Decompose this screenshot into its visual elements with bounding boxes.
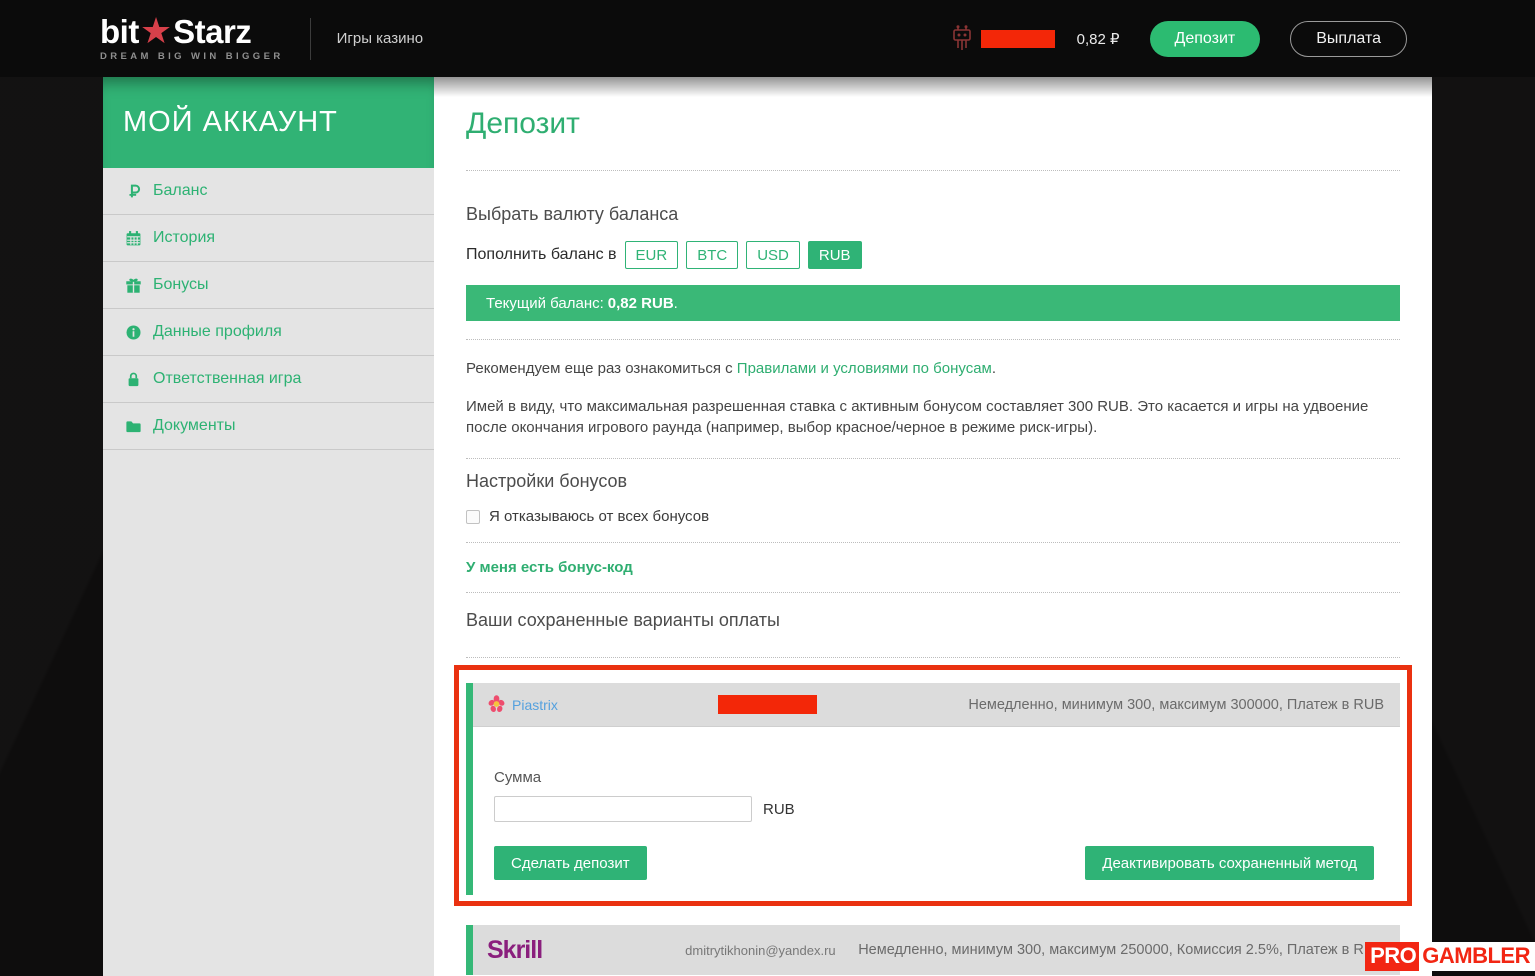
page-title: Депозит — [466, 107, 1400, 141]
sidebar-item-balance[interactable]: Баланс — [103, 168, 434, 215]
piastrix-name: Piastrix — [512, 697, 558, 713]
header-balance: 0,82 ₽ — [1077, 30, 1120, 48]
folder-icon — [125, 418, 142, 435]
sidebar-item-history[interactable]: История — [103, 215, 434, 262]
sidebar-title-block: МОЙ АККАУНТ — [103, 77, 434, 168]
amount-label: Сумма — [494, 769, 1374, 786]
currency-button-btc[interactable]: BTC — [686, 241, 738, 269]
skrill-logo: Skrill — [487, 936, 542, 965]
amount-input[interactable] — [494, 796, 752, 822]
redacted-account-id — [718, 695, 817, 714]
currency-button-eur[interactable]: EUR — [625, 241, 679, 269]
sidebar-item-label: История — [153, 229, 215, 247]
currency-selector-row: Пополнить баланс в EUR BTC USD RUB — [466, 241, 1400, 269]
lock-icon — [125, 371, 142, 388]
saved-methods-heading: Ваши сохраненные варианты оплаты — [466, 610, 1400, 631]
piastrix-flower-icon — [487, 695, 506, 714]
sidebar-item-label: Бонусы — [153, 276, 209, 294]
currency-button-usd[interactable]: USD — [746, 241, 800, 269]
sidebar-item-bonuses[interactable]: Бонусы — [103, 262, 434, 309]
star-icon: ★ — [140, 17, 172, 47]
piastrix-payment-method: Piastrix Немедленно, минимум 300, максим… — [466, 683, 1400, 895]
withdraw-button[interactable]: Выплата — [1290, 21, 1407, 57]
sidebar-item-responsible-gaming[interactable]: Ответственная игра — [103, 356, 434, 403]
skrill-account-email: dmitrytikhonin@yandex.ru — [685, 943, 835, 958]
top-header: bit ★ Starz DREAM BIG WIN BIGGER Игры ка… — [0, 0, 1535, 77]
balance-banner-suffix: . — [674, 295, 678, 312]
balance-banner-amount: 0,82 RUB — [608, 295, 674, 312]
topup-label: Пополнить баланс в — [466, 246, 617, 264]
bonus-settings-heading: Настройки бонусов — [466, 471, 1400, 492]
divider — [466, 542, 1400, 543]
robot-avatar-icon[interactable] — [950, 25, 974, 52]
sidebar-title: МОЙ АККАУНТ — [123, 106, 338, 139]
currency-button-rub-selected[interactable]: RUB — [808, 241, 862, 269]
ruble-icon — [125, 183, 142, 200]
skrill-payment-method[interactable]: Skrill dmitrytikhonin@yandex.ru Немедлен… — [466, 925, 1400, 975]
nav-casino-games[interactable]: Игры казино — [337, 30, 424, 47]
current-balance-banner: Текущий баланс: 0,82 RUB . — [466, 285, 1400, 321]
piastrix-deposit-form: Сумма RUB Сделать депозит Деактивировать… — [473, 727, 1400, 895]
divider — [466, 339, 1400, 340]
gift-icon — [125, 277, 142, 294]
header-account-area: 0,82 ₽ Депозит Выплата — [950, 0, 1407, 77]
sidebar-item-label: Данные профиля — [153, 323, 282, 341]
divider — [466, 592, 1400, 593]
max-bet-text: Имей в виду, что максимальная разрешенна… — [466, 396, 1400, 438]
info-icon — [125, 324, 142, 341]
progambler-watermark: PRO GAMBLER — [1365, 942, 1535, 971]
bitstarz-logo[interactable]: bit ★ Starz DREAM BIG WIN BIGGER — [100, 15, 284, 62]
logo-tagline: DREAM BIG WIN BIGGER — [100, 51, 284, 62]
deposit-main-content: Депозит Выбрать валюту баланса Пополнить… — [434, 77, 1432, 976]
sidebar-item-profile[interactable]: Данные профиля — [103, 309, 434, 356]
header-divider — [310, 18, 311, 60]
balance-banner-prefix: Текущий баланс: — [486, 295, 604, 312]
sidebar-item-label: Ответственная игра — [153, 370, 301, 388]
amount-currency-suffix: RUB — [763, 801, 795, 818]
divider — [466, 657, 1400, 658]
recommendation-text: Рекомендуем еще раз ознакомиться с Прави… — [466, 358, 1400, 379]
redacted-username — [981, 30, 1055, 48]
watermark-gambler: GAMBLER — [1419, 942, 1535, 971]
piastrix-logo: Piastrix — [487, 695, 558, 714]
sidebar-item-label: Баланс — [153, 182, 207, 200]
sidebar-item-label: Документы — [153, 417, 235, 435]
logo-text-bit: bit — [100, 15, 139, 48]
deactivate-method-button[interactable]: Деактивировать сохраненный метод — [1085, 846, 1374, 880]
calendar-icon — [125, 230, 142, 247]
bonus-terms-link[interactable]: Правилами и условиями по бонусам — [737, 360, 992, 377]
skrill-conditions: Немедленно, минимум 300, максимум 250000… — [858, 942, 1384, 958]
refuse-bonuses-row: Я отказываюсь от всех бонусов — [466, 508, 1400, 525]
make-deposit-button[interactable]: Сделать депозит — [494, 846, 647, 880]
refuse-bonuses-label: Я отказываюсь от всех бонусов — [489, 508, 709, 525]
red-highlight-annotation: Piastrix Немедленно, минимум 300, максим… — [454, 665, 1412, 906]
piastrix-conditions: Немедленно, минимум 300, максимум 300000… — [968, 697, 1384, 713]
sidebar-item-documents[interactable]: Документы — [103, 403, 434, 450]
refuse-bonuses-checkbox[interactable] — [466, 510, 480, 524]
deposit-button[interactable]: Депозит — [1150, 21, 1261, 57]
divider — [466, 458, 1400, 459]
account-sidebar: МОЙ АККАУНТ Баланс История — [103, 77, 434, 976]
watermark-pro: PRO — [1365, 942, 1419, 971]
divider — [466, 170, 1400, 171]
page-container: МОЙ АККАУНТ Баланс История — [103, 77, 1432, 976]
piastrix-method-header[interactable]: Piastrix Немедленно, минимум 300, максим… — [473, 683, 1400, 727]
bonus-code-link[interactable]: У меня есть бонус-код — [466, 559, 633, 576]
logo-text-starz: Starz — [173, 15, 251, 48]
choose-currency-heading: Выбрать валюту баланса — [466, 204, 1400, 225]
